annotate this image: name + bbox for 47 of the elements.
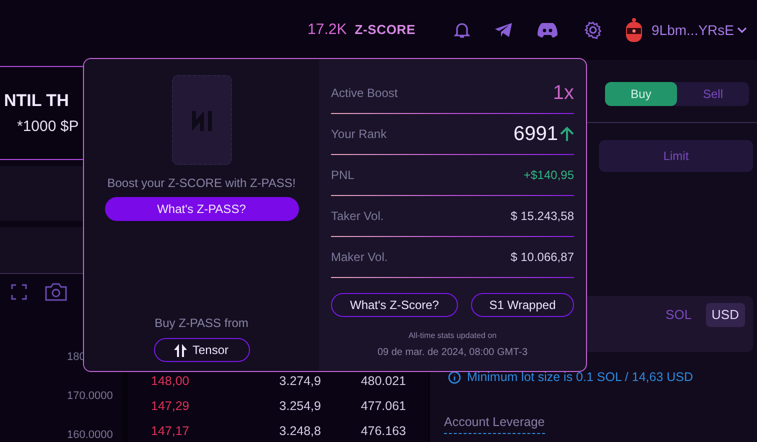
chevron-down-icon[interactable] bbox=[737, 26, 747, 34]
stat-value: +$140,95 bbox=[524, 167, 574, 184]
wallet-address[interactable]: 9Lbm...YRsE bbox=[652, 20, 734, 40]
stat-value: 6991 bbox=[514, 122, 558, 147]
leverage-label[interactable]: Account Leverage bbox=[444, 412, 545, 434]
price-axis-label: 160.0000 bbox=[67, 428, 113, 442]
score-value: 17.2K bbox=[308, 20, 347, 40]
stat-value: $ 15.243,58 bbox=[510, 208, 574, 225]
stat-label: Active Boost bbox=[331, 85, 398, 102]
zscore-info-button[interactable]: What's Z-Score? bbox=[331, 293, 458, 317]
paper-plane-icon[interactable] bbox=[494, 22, 513, 38]
stat-value: 1x bbox=[552, 81, 574, 106]
fullscreen-icon[interactable] bbox=[11, 284, 27, 300]
buy-from-label: Buy Z-PASS from bbox=[154, 315, 248, 332]
stat-label: PNL bbox=[331, 167, 354, 184]
stat-label: Your Rank bbox=[331, 126, 387, 143]
bid-price: 147,29 bbox=[151, 398, 190, 416]
unit-toggle[interactable]: USD bbox=[706, 303, 745, 327]
order-total: 477.061 bbox=[360, 398, 406, 416]
bid-price: 147,17 bbox=[151, 423, 190, 440]
score-label: Z-SCORE bbox=[354, 21, 416, 40]
zpass-button[interactable]: What's Z-PASS? bbox=[104, 197, 298, 221]
tensor-logo-icon bbox=[174, 344, 188, 356]
lightning-icon bbox=[190, 109, 212, 131]
order-size: 3.248,8 bbox=[278, 423, 321, 440]
stat-label: Maker Vol. bbox=[331, 249, 388, 266]
wrapped-button[interactable]: S1 Wrapped bbox=[471, 293, 574, 317]
price-axis-label: 170.0000 bbox=[67, 389, 113, 403]
camera-icon[interactable] bbox=[45, 283, 67, 302]
robot-avatar-icon[interactable] bbox=[624, 17, 644, 43]
stat-label: Taker Vol. bbox=[331, 208, 384, 225]
tensor-button[interactable]: Tensor bbox=[154, 338, 250, 362]
lot-size-notice: Minimum lot size is 0.1 SOL / 14,63 USD bbox=[467, 369, 694, 386]
order-size: 3.254,9 bbox=[278, 398, 321, 416]
gamepad-icon[interactable] bbox=[536, 22, 558, 38]
settings-icon[interactable] bbox=[584, 21, 602, 39]
order-size: 3.274,9 bbox=[278, 373, 321, 390]
banner-subtitle: *1000 $P bbox=[17, 116, 80, 137]
notification-icon[interactable] bbox=[454, 21, 470, 39]
stat-value: $ 10.066,87 bbox=[510, 249, 574, 266]
order-total: 476.163 bbox=[360, 423, 406, 440]
boost-text: Boost your Z-SCORE with Z-PASS! bbox=[107, 175, 296, 192]
order-total: 480.021 bbox=[360, 373, 406, 390]
banner-title: NTIL TH bbox=[4, 90, 70, 112]
bid-price: 148,00 bbox=[151, 373, 190, 390]
info-icon bbox=[448, 370, 461, 384]
arrow-up-icon bbox=[560, 126, 574, 142]
